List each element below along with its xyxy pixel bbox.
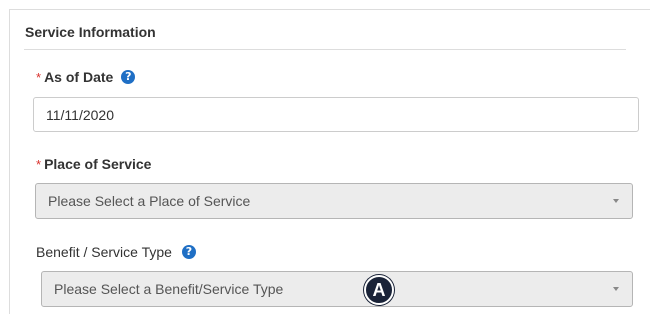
as-of-date-label-group: * As of Date ? bbox=[36, 69, 136, 85]
benefit-service-type-select[interactable]: Please Select a Benefit/Service Type bbox=[41, 271, 633, 307]
place-of-service-selected: Please Select a Place of Service bbox=[48, 193, 251, 209]
required-marker: * bbox=[36, 69, 42, 85]
question-circle-icon[interactable]: ? bbox=[181, 245, 196, 259]
benefit-service-type-selected: Please Select a Benefit/Service Type bbox=[54, 281, 284, 297]
section-divider bbox=[24, 49, 626, 50]
callout-badge: A bbox=[364, 275, 394, 305]
question-circle-icon[interactable]: ? bbox=[121, 70, 136, 84]
place-of-service-select[interactable]: Please Select a Place of Service bbox=[35, 183, 633, 219]
benefit-service-type-label-group: Benefit / Service Type ? bbox=[36, 244, 196, 260]
benefit-service-type-label: Benefit / Service Type bbox=[36, 244, 172, 260]
place-of-service-label-group: * Place of Service bbox=[36, 156, 151, 172]
as-of-date-label: As of Date bbox=[44, 69, 114, 85]
as-of-date-input[interactable] bbox=[33, 97, 639, 132]
section-title: Service Information bbox=[25, 24, 156, 40]
required-marker: * bbox=[36, 156, 42, 172]
caret-down-icon bbox=[613, 287, 619, 291]
caret-down-icon bbox=[613, 199, 619, 203]
place-of-service-label: Place of Service bbox=[44, 156, 152, 172]
